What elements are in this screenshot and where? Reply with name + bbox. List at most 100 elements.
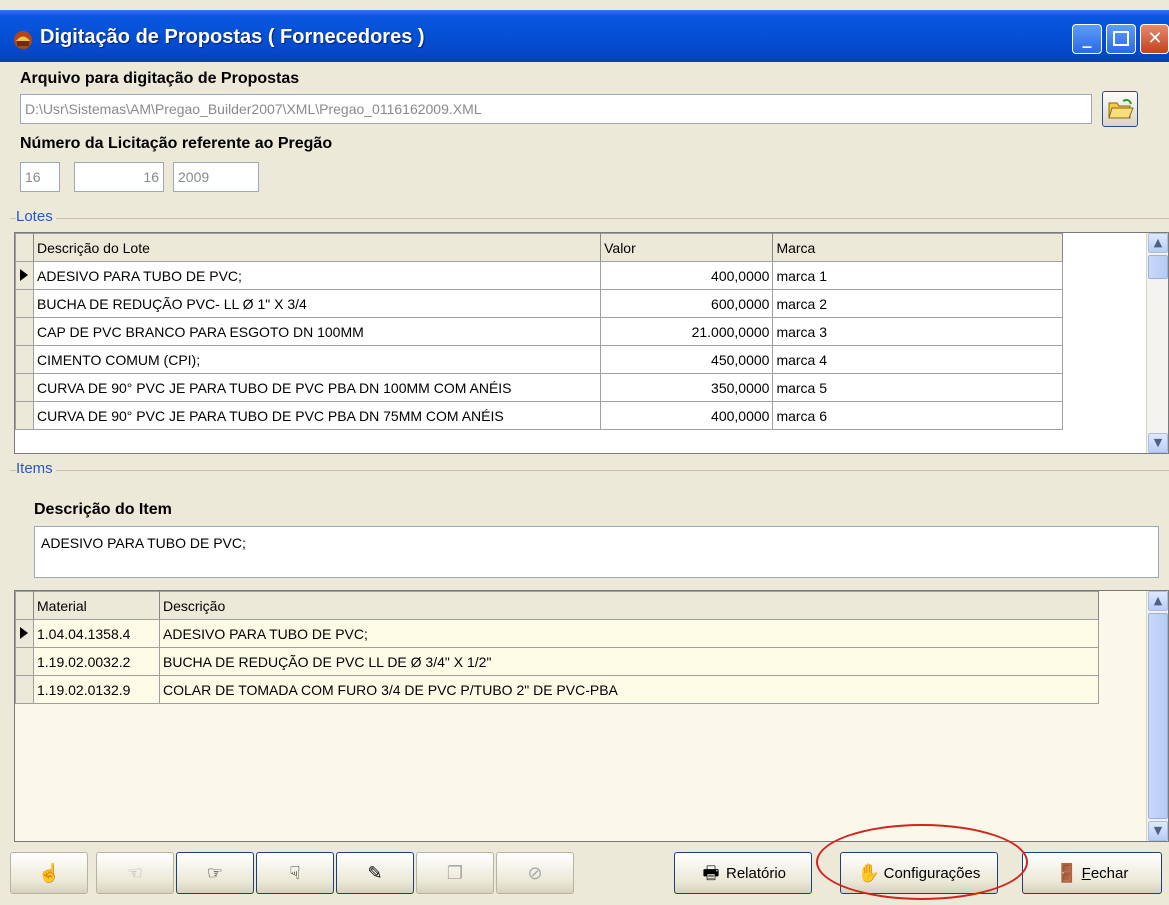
cell-marca[interactable]: marca 6 (772, 401, 1063, 430)
table-row[interactable]: CURVA DE 90° PVC JE PARA TUBO DE PVC PBA… (15, 401, 1063, 430)
licitacao-field-1[interactable]: 16 (20, 162, 60, 192)
cancel-button[interactable]: ⊘ (496, 852, 574, 894)
scroll-up-icon[interactable]: ▲ (1148, 233, 1168, 253)
cell-valor[interactable]: 600,0000 (600, 289, 774, 318)
table-row[interactable]: ADESIVO PARA TUBO DE PVC; 400,0000 marca… (15, 261, 1063, 290)
window-title: Digitação de Propostas ( Fornecedores ) (40, 26, 425, 48)
browse-button[interactable] (1102, 91, 1138, 127)
cell-descricao[interactable]: COLAR DE TOMADA COM FURO 3/4 DE PVC P/TU… (159, 675, 1099, 704)
lotes-table: Descrição do Lote Valor Marca ADESIVO PA… (15, 233, 1063, 430)
red-highlight-annotation (816, 824, 1028, 900)
table-row[interactable]: CURVA DE 90° PVC JE PARA TUBO DE PVC PBA… (15, 373, 1063, 402)
licitacao-label: Número da Licitação referente ao Pregão (20, 135, 333, 152)
scroll-thumb[interactable] (1148, 255, 1168, 279)
relatorio-button[interactable]: 🖶 Relatório (674, 852, 812, 894)
cell-descricao[interactable]: ADESIVO PARA TUBO DE PVC; (33, 261, 602, 290)
row-indicator (15, 647, 34, 676)
cell-descricao[interactable]: CURVA DE 90° PVC JE PARA TUBO DE PVC PBA… (33, 373, 602, 402)
row-indicator (15, 261, 35, 290)
cell-valor[interactable]: 21.000,0000 (600, 317, 774, 346)
lotes-group-border (10, 218, 1169, 219)
row-indicator-header (15, 233, 35, 262)
cell-material[interactable]: 1.19.02.0032.2 (33, 647, 160, 676)
items-grid[interactable]: Material Descrição 1.04.04.1358.4 ADESIV… (14, 590, 1169, 842)
row-indicator (15, 675, 34, 704)
relatorio-label: Relatório (725, 865, 787, 882)
last-icon: ☟ (289, 863, 301, 883)
scroll-up-icon[interactable]: ▲ (1148, 591, 1168, 611)
items-group-title: Items (16, 460, 56, 477)
copy-button[interactable]: ❐ (416, 852, 494, 894)
current-row-arrow-icon (20, 626, 28, 639)
licitacao-field-3[interactable]: 2009 (173, 162, 259, 192)
arquivo-label: Arquivo para digitação de Propostas (20, 70, 300, 87)
cell-descricao[interactable]: CIMENTO COMUM (CPI); (33, 345, 602, 374)
descricao-item-field[interactable]: ADESIVO PARA TUBO DE PVC; (34, 526, 1159, 578)
row-indicator (15, 401, 35, 430)
fechar-button[interactable]: 🚪 Fechar (1022, 852, 1162, 894)
cell-valor[interactable]: 350,0000 (600, 373, 774, 402)
row-indicator (15, 619, 34, 648)
table-row[interactable]: 1.19.02.0032.2 BUCHA DE REDUÇÃO DE PVC L… (15, 647, 1099, 676)
cell-descricao[interactable]: BUCHA DE REDUÇÃO DE PVC LL DE Ø 3/4" X 1… (159, 647, 1099, 676)
row-indicator (15, 373, 35, 402)
cell-descricao[interactable]: CURVA DE 90° PVC JE PARA TUBO DE PVC PBA… (33, 401, 602, 430)
scroll-down-icon[interactable]: ▼ (1148, 821, 1168, 841)
cell-descricao[interactable]: CAP DE PVC BRANCO PARA ESGOTO DN 100MM (33, 317, 602, 346)
lotes-group-title: Lotes (16, 208, 56, 225)
col-descricao[interactable]: Descrição (159, 591, 1099, 620)
cell-descricao[interactable]: BUCHA DE REDUÇÃO PVC- LL Ø 1" X 3/4 (33, 289, 602, 318)
cell-marca[interactable]: marca 5 (772, 373, 1063, 402)
cell-material[interactable]: 1.04.04.1358.4 (33, 619, 160, 648)
table-row[interactable]: CIMENTO COMUM (CPI); 450,0000 marca 4 (15, 345, 1063, 374)
row-indicator (15, 317, 35, 346)
edit-icon: ✎ (367, 863, 383, 883)
minimize-icon: _ (1082, 28, 1092, 49)
descricao-item-label: Descrição do Item (34, 501, 172, 518)
licitacao-field-2[interactable]: 16 (74, 162, 164, 192)
cell-marca[interactable]: marca 1 (772, 261, 1063, 290)
edit-button[interactable]: ✎ (336, 852, 414, 894)
cell-valor[interactable]: 400,0000 (600, 261, 774, 290)
cell-material[interactable]: 1.19.02.0132.9 (33, 675, 160, 704)
table-row[interactable]: CAP DE PVC BRANCO PARA ESGOTO DN 100MM 2… (15, 317, 1063, 346)
first-record-button[interactable]: ☝ (10, 852, 88, 894)
arquivo-path-field[interactable]: D:\Usr\Sistemas\AM\Pregao_Builder2007\XM… (20, 94, 1092, 124)
table-row[interactable]: 1.19.02.0132.9 COLAR DE TOMADA COM FURO … (15, 675, 1099, 704)
table-row[interactable]: 1.04.04.1358.4 ADESIVO PARA TUBO DE PVC; (15, 619, 1099, 648)
lotes-grid[interactable]: Descrição do Lote Valor Marca ADESIVO PA… (14, 232, 1169, 454)
fechar-label: Fechar (1081, 865, 1129, 882)
cell-marca[interactable]: marca 2 (772, 289, 1063, 318)
title-bar[interactable]: Digitação de Propostas ( Fornecedores ) … (0, 10, 1169, 62)
cell-marca[interactable]: marca 4 (772, 345, 1063, 374)
items-scrollbar[interactable]: ▲ ▼ (1146, 591, 1168, 841)
last-record-button[interactable]: ☟ (256, 852, 334, 894)
close-button[interactable]: ✕ (1140, 24, 1169, 54)
main-window: Digitação de Propostas ( Fornecedores ) … (0, 0, 1169, 905)
col-marca[interactable]: Marca (772, 233, 1063, 262)
cell-marca[interactable]: marca 3 (772, 317, 1063, 346)
cell-valor[interactable]: 450,0000 (600, 345, 774, 374)
col-valor[interactable]: Valor (600, 233, 774, 262)
current-row-arrow-icon (20, 268, 28, 281)
scroll-thumb[interactable] (1148, 613, 1168, 819)
minimize-button[interactable]: _ (1072, 24, 1102, 54)
scroll-down-icon[interactable]: ▼ (1148, 433, 1168, 453)
app-icon (14, 31, 32, 49)
col-descricao-lote[interactable]: Descrição do Lote (33, 233, 602, 262)
maximize-icon (1113, 31, 1129, 46)
maximize-button[interactable] (1106, 24, 1136, 54)
items-group-border (10, 470, 1169, 471)
next-record-button[interactable]: ☞ (176, 852, 254, 894)
col-material[interactable]: Material (33, 591, 160, 620)
lotes-scrollbar[interactable]: ▲ ▼ (1146, 233, 1168, 453)
table-row[interactable]: BUCHA DE REDUÇÃO PVC- LL Ø 1" X 3/4 600,… (15, 289, 1063, 318)
row-indicator-header (15, 591, 34, 620)
cell-descricao[interactable]: ADESIVO PARA TUBO DE PVC; (159, 619, 1099, 648)
items-header-row: Material Descrição (15, 591, 1099, 620)
copy-icon: ❐ (446, 863, 464, 883)
prev-icon: ☜ (126, 863, 144, 883)
previous-record-button[interactable]: ☜ (96, 852, 174, 894)
cell-valor[interactable]: 400,0000 (600, 401, 774, 430)
row-indicator (15, 289, 35, 318)
